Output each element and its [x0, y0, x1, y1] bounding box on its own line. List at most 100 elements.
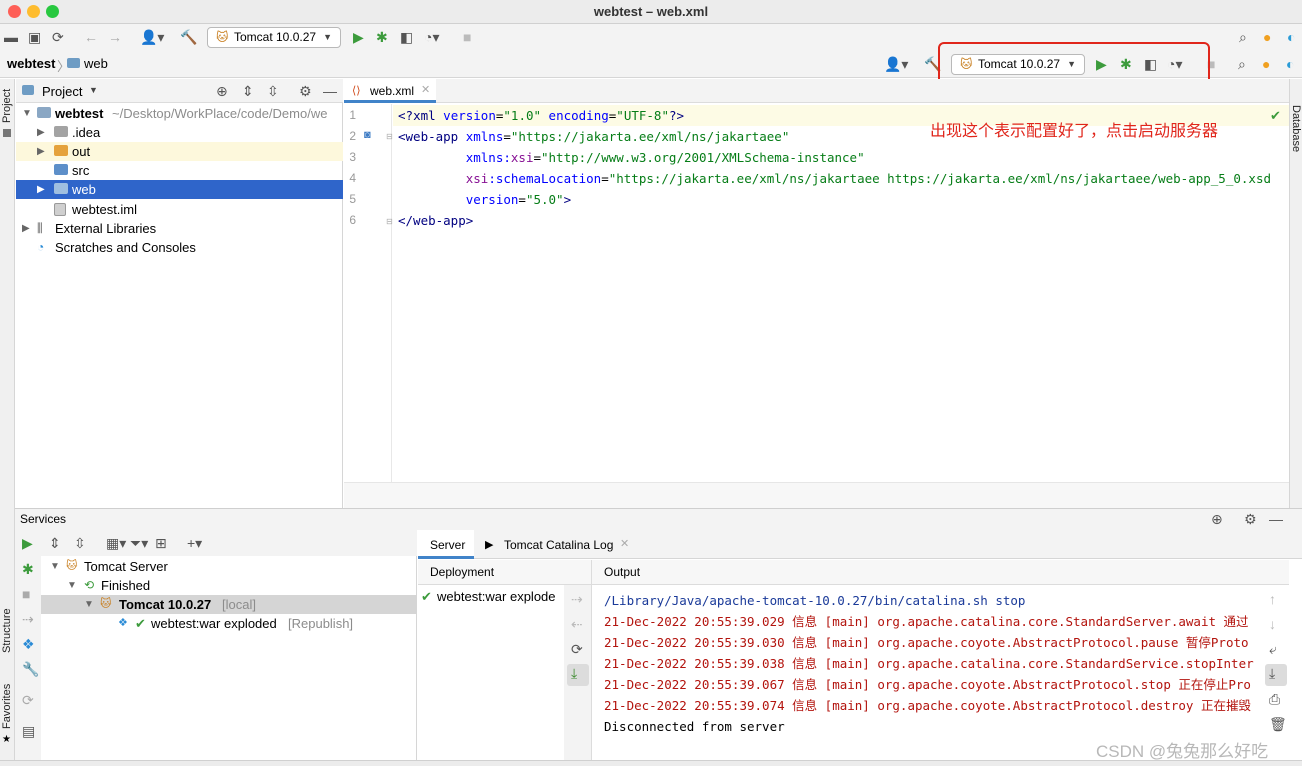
console-line: 21-Dec-2022 20:55:39.030 信息 [main] org.a…: [604, 635, 1249, 650]
chevron-down-icon[interactable]: ▼: [89, 85, 98, 95]
open-folder-icon[interactable]: ▬: [4, 28, 18, 46]
gear-icon[interactable]: ⚙: [1244, 510, 1257, 528]
print-icon[interactable]: ⎙: [1269, 690, 1280, 708]
refresh-icon[interactable]: ⟳: [22, 691, 34, 709]
scroll-down-icon[interactable]: ↓: [1269, 615, 1276, 633]
user-icon[interactable]: 👤▾: [884, 55, 908, 73]
jetbrains-icon[interactable]: ◐: [1287, 28, 1295, 46]
hide-panel-icon[interactable]: —: [1269, 510, 1283, 528]
chevron-right-icon[interactable]: ▶: [37, 123, 45, 142]
debug-icon[interactable]: ✱: [22, 560, 34, 578]
trash-icon[interactable]: 🗑: [1269, 715, 1287, 733]
undeploy-icon[interactable]: ⇠: [571, 615, 583, 633]
forward-icon[interactable]: →: [108, 28, 122, 46]
tree-item-tomcat-server[interactable]: ▼ 🐱 Tomcat Server: [41, 557, 417, 576]
inspection-ok-icon[interactable]: ✔: [1270, 108, 1281, 124]
chevron-down-icon[interactable]: ▼: [22, 104, 32, 123]
structure-tool-tab[interactable]: Structure: [1, 608, 13, 653]
fold-icon[interactable]: ⊟: [386, 132, 393, 141]
chevron-right-icon[interactable]: ▶: [37, 142, 45, 161]
module-folder-icon: [37, 107, 51, 118]
jetbrains-icon[interactable]: ◐: [1286, 55, 1294, 73]
scroll-to-end-icon[interactable]: ⤓: [1265, 664, 1287, 686]
profile-icon[interactable]: ◔▾: [424, 28, 439, 46]
tree-item-src[interactable]: src: [16, 161, 343, 180]
scroll-up-icon[interactable]: ↑: [1269, 590, 1276, 608]
stop-icon[interactable]: ■: [463, 28, 471, 46]
run-icon[interactable]: ▶: [22, 534, 33, 552]
wrench-icon[interactable]: 🔧: [22, 660, 39, 678]
update-icon[interactable]: ●: [1262, 55, 1270, 73]
editor-horizontal-scrollbar[interactable]: [344, 482, 1289, 508]
close-icon[interactable]: ✕: [620, 537, 629, 550]
stop-icon[interactable]: ■: [22, 585, 30, 603]
sync-icon[interactable]: ⟳: [52, 28, 64, 46]
services-action-column: ▶ ✱ ■ ⇢ ❖ 🔧 ⟳ ▤: [15, 535, 41, 760]
coverage-icon[interactable]: ◧: [400, 28, 413, 46]
chevron-down-icon[interactable]: ▼: [50, 557, 60, 576]
tree-item-external-libraries[interactable]: ▶ ⫼ External Libraries: [16, 219, 343, 238]
console-line: Disconnected from server: [604, 719, 785, 734]
tree-item-finished[interactable]: ▼ ⟲ Finished: [41, 576, 417, 595]
search-icon[interactable]: ⌕: [1239, 28, 1247, 46]
hide-panel-icon[interactable]: —: [323, 82, 337, 100]
tab-web-xml[interactable]: ⟨⟩ web.xml ✕: [344, 79, 436, 103]
filter-icon[interactable]: ⏷▾: [130, 534, 148, 552]
expand-all-icon[interactable]: ⇕: [49, 534, 61, 552]
tab-server[interactable]: Server: [418, 530, 474, 559]
deploy-icon[interactable]: ⇢: [571, 590, 583, 608]
breadcrumb-project[interactable]: webtest: [7, 56, 55, 71]
run-config-select[interactable]: 🐱 Tomcat 10.0.27 ▼: [207, 27, 341, 48]
tree-item-idea[interactable]: ▶ .idea: [16, 123, 343, 142]
breadcrumb-folder[interactable]: web: [84, 56, 108, 71]
user-icon[interactable]: 👤▾: [140, 28, 164, 46]
locate-icon[interactable]: ⊕: [216, 82, 228, 100]
run-icon[interactable]: ▶: [353, 28, 364, 46]
project-tree: ▼ webtest ~/Desktop/WorkPlace/code/Demo/…: [16, 103, 343, 508]
chevron-right-icon[interactable]: ▶: [37, 180, 45, 199]
deploy-icon[interactable]: ⇢: [22, 610, 34, 628]
back-icon[interactable]: ←: [84, 28, 98, 46]
web-descriptor-icon[interactable]: ◙: [364, 129, 371, 141]
code-editor[interactable]: <?xml version="1.0" encoding="UTF-8"?> <…: [393, 104, 1289, 482]
collapse-all-icon[interactable]: ⇳: [74, 534, 86, 552]
project-tool-tab[interactable]: Project: [1, 89, 13, 123]
tree-item-webtest[interactable]: ▼ webtest ~/Desktop/WorkPlace/code/Demo/…: [16, 104, 343, 123]
gear-icon[interactable]: ⚙: [299, 82, 312, 100]
tree-item-out[interactable]: ▶ out: [16, 142, 343, 161]
layout-icon[interactable]: ▤: [22, 722, 35, 740]
chevron-right-icon[interactable]: ▶: [22, 219, 30, 238]
tab-catalina-log[interactable]: ▶ Tomcat Catalina Log ✕: [485, 530, 635, 559]
console-output[interactable]: /Library/Java/apache-tomcat-10.0.27/bin/…: [592, 585, 1263, 760]
save-icon[interactable]: ▣: [28, 28, 41, 46]
artifact-icon[interactable]: ❖: [22, 635, 35, 653]
new-tab-icon[interactable]: ⊞: [155, 534, 167, 552]
tree-item-war-exploded[interactable]: ❖ ✔ webtest:war exploded [Republish]: [41, 614, 417, 633]
chevron-down-icon[interactable]: ▼: [67, 576, 77, 595]
add-service-icon[interactable]: +▾: [187, 534, 202, 552]
tree-item-web[interactable]: ▶ web: [16, 180, 343, 199]
database-tool-tab[interactable]: Database: [1290, 105, 1302, 152]
favorites-tool-tab[interactable]: Favorites: [1, 684, 13, 729]
group-by-icon[interactable]: ▦▾: [106, 534, 126, 552]
refresh-icon[interactable]: ⟳: [571, 640, 583, 658]
collapse-all-icon[interactable]: ⇳: [267, 82, 279, 100]
project-view-select[interactable]: Project: [42, 84, 82, 99]
update-icon[interactable]: ●: [1263, 28, 1271, 46]
deployment-item[interactable]: ✔ webtest:war explode: [418, 587, 564, 606]
update-deployment-icon[interactable]: ⤓: [567, 664, 589, 686]
fold-icon[interactable]: ⊟: [386, 217, 393, 226]
tree-item-scratches[interactable]: ◔ Scratches and Consoles: [16, 238, 343, 257]
soft-wrap-icon[interactable]: ⤶: [1269, 640, 1277, 658]
locate-icon[interactable]: ⊕: [1211, 510, 1223, 528]
services-panel-header: Services ⊕ ⚙ —: [15, 508, 1302, 530]
line-number: 3: [349, 150, 356, 164]
debug-icon[interactable]: ✱: [376, 28, 388, 46]
chevron-down-icon[interactable]: ▼: [84, 595, 94, 614]
search-icon[interactable]: ⌕: [1238, 55, 1246, 73]
close-icon[interactable]: ✕: [421, 83, 430, 96]
expand-all-icon[interactable]: ⇕: [242, 82, 254, 100]
tree-item-tomcat-instance[interactable]: ▼ 🐱 Tomcat 10.0.27 [local]: [41, 595, 417, 614]
tree-item-webtest-iml[interactable]: webtest.iml: [16, 200, 343, 219]
build-hammer-icon[interactable]: 🔨: [180, 28, 197, 46]
